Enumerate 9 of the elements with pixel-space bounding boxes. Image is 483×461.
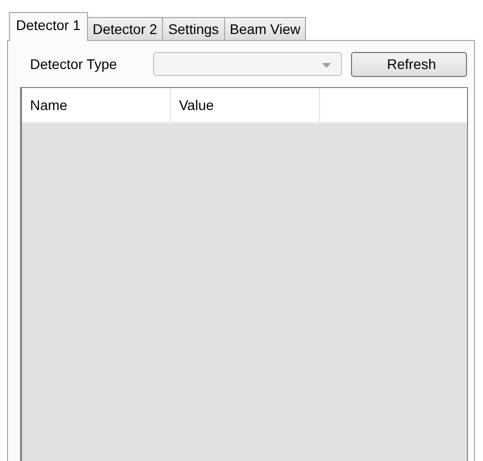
tab[interactable]: Beam View bbox=[224, 17, 306, 40]
detector-type-label: Detector Type bbox=[29, 56, 118, 72]
tab[interactable]: Settings bbox=[162, 17, 225, 40]
refresh-button[interactable]: Refresh bbox=[351, 52, 467, 76]
column-header[interactable]: Name bbox=[22, 88, 171, 122]
tab[interactable]: Detector 2 bbox=[86, 17, 164, 40]
caret-icon bbox=[322, 63, 331, 68]
tab[interactable]: Detector 1 bbox=[9, 12, 88, 41]
column-header[interactable]: Value bbox=[171, 88, 320, 122]
